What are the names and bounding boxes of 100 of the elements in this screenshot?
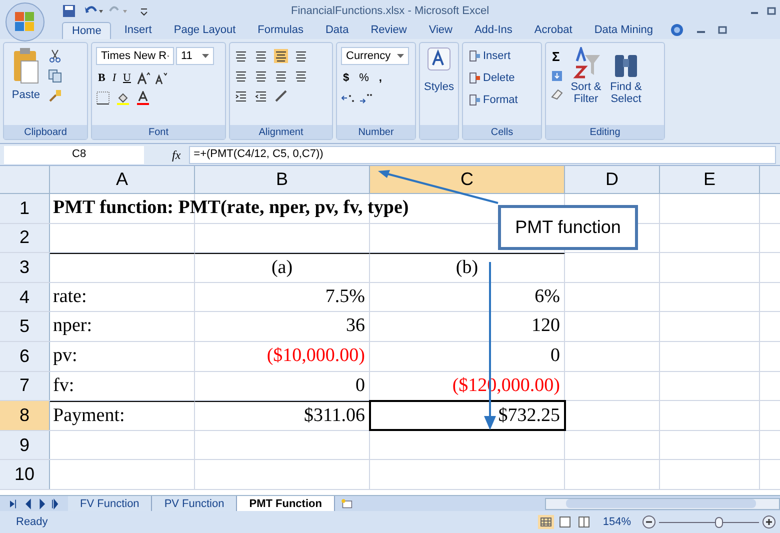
- sort-filter-button[interactable]: Sort & Filter: [568, 47, 604, 105]
- column-header[interactable]: C: [370, 166, 565, 193]
- column-header[interactable]: E: [660, 166, 760, 193]
- group-footer: [420, 125, 458, 139]
- page-break-icon[interactable]: [576, 515, 592, 529]
- sheet-tab[interactable]: PMT Function: [237, 496, 335, 512]
- horizontal-scrollbar[interactable]: [545, 498, 780, 510]
- number-format-dropdown[interactable]: Currency: [341, 47, 409, 65]
- column-header[interactable]: D: [565, 166, 660, 193]
- copy-icon[interactable]: [48, 69, 62, 83]
- percent-button[interactable]: %: [357, 69, 371, 87]
- ribbon-tab[interactable]: Data: [316, 22, 358, 39]
- save-icon[interactable]: [62, 4, 76, 18]
- indent-icon[interactable]: [234, 89, 248, 103]
- sum-button[interactable]: Σ: [550, 47, 564, 65]
- ribbon-tab[interactable]: Formulas: [248, 22, 312, 39]
- fill-icon[interactable]: [550, 69, 564, 83]
- align-icon[interactable]: [234, 49, 248, 63]
- row-header[interactable]: 9: [0, 430, 50, 460]
- sheet-tab[interactable]: FV Function: [68, 496, 152, 512]
- align-icon[interactable]: [234, 69, 248, 83]
- maximize-icon[interactable]: [767, 6, 776, 16]
- ribbon-tab[interactable]: Add-Ins: [465, 22, 522, 39]
- align-icon[interactable]: [294, 49, 308, 63]
- align-icon[interactable]: [254, 69, 268, 83]
- indent-icon[interactable]: [254, 89, 268, 103]
- cells-icon: [469, 50, 481, 62]
- zoom-level[interactable]: 154%: [602, 514, 631, 530]
- row-header[interactable]: 3: [0, 253, 50, 282]
- cells-icon: [469, 72, 481, 84]
- eraser-icon[interactable]: [550, 87, 564, 101]
- shrink-font-icon[interactable]: [152, 71, 167, 85]
- styles-button[interactable]: Styles: [424, 47, 454, 96]
- zoom-out-icon[interactable]: [642, 515, 656, 529]
- ribbon-tab[interactable]: Acrobat: [525, 22, 582, 39]
- ribbon-tab[interactable]: Review: [362, 22, 416, 39]
- insert-function-button[interactable]: fx: [172, 146, 181, 164]
- comma-button[interactable]: ,: [376, 69, 384, 87]
- zoom-slider[interactable]: [659, 516, 759, 528]
- cells-menu-button[interactable]: Insert: [467, 47, 520, 65]
- window-title: FinancialFunctions.xlsx - Microsoft Excel: [290, 4, 490, 19]
- cell-text: nper:: [53, 314, 92, 338]
- page-layout-icon[interactable]: [556, 515, 573, 529]
- cell-text: 36: [346, 314, 365, 338]
- border-icon[interactable]: [96, 91, 110, 105]
- group-label: Clipboard: [24, 126, 67, 140]
- cell-text: pv:: [53, 344, 78, 368]
- brush-icon[interactable]: [48, 89, 62, 103]
- restore-icon[interactable]: [718, 25, 728, 35]
- sheet-nav-icon[interactable]: [8, 498, 18, 510]
- grow-font-icon[interactable]: [136, 71, 150, 85]
- cell-text: 0: [550, 344, 560, 368]
- zoom-slider-thumb[interactable]: [715, 516, 723, 528]
- customize-icon[interactable]: [140, 6, 148, 16]
- find-select-button[interactable]: Find & Select: [608, 47, 644, 105]
- cell-text: rate:: [53, 284, 87, 309]
- ribbon-tab[interactable]: Home: [62, 22, 112, 39]
- sheet-nav-icon[interactable]: [50, 498, 60, 510]
- dropdown-caret-icon[interactable]: [397, 54, 404, 58]
- cells-menu-button[interactable]: Format: [467, 91, 520, 109]
- help-icon[interactable]: [670, 23, 684, 37]
- row-header[interactable]: 8: [0, 401, 50, 430]
- formula-field[interactable]: =+(PMT(C4/12, C5, 0,C7)): [188, 146, 776, 164]
- underline-button[interactable]: U: [121, 69, 133, 87]
- cell-text: Payment:: [53, 404, 125, 428]
- decrease-decimal-icon[interactable]: [359, 91, 373, 105]
- align-icon[interactable]: [254, 49, 268, 63]
- font-color-icon[interactable]: [136, 91, 150, 105]
- font-name-dropdown[interactable]: Times New R: [96, 47, 174, 65]
- row-header[interactable]: 4: [0, 282, 50, 312]
- column-header[interactable]: A: [50, 166, 195, 193]
- align-icon[interactable]: [294, 69, 308, 83]
- ribbon-tab[interactable]: View: [420, 22, 462, 39]
- zoom-in-icon[interactable]: [762, 515, 776, 529]
- row-header[interactable]: 6: [0, 342, 50, 371]
- row-header[interactable]: 10: [0, 460, 50, 489]
- orientation-icon[interactable]: [274, 89, 288, 103]
- bold-button[interactable]: B: [96, 69, 108, 87]
- ribbon-tab[interactable]: Page Layout: [164, 22, 245, 39]
- name-box[interactable]: C8: [4, 146, 144, 164]
- ribbon-tab[interactable]: Insert: [115, 22, 161, 39]
- ribbon-tab[interactable]: Data Mining: [585, 22, 662, 39]
- sheet-tab[interactable]: PV Function: [152, 496, 238, 512]
- font-size-dropdown[interactable]: 11: [176, 47, 214, 65]
- normal-view-icon[interactable]: [538, 515, 554, 529]
- fill-color-icon[interactable]: [116, 91, 130, 105]
- align-icon[interactable]: [274, 49, 288, 63]
- cut-icon[interactable]: [48, 49, 62, 63]
- italic-button[interactable]: I: [110, 69, 118, 87]
- row-header[interactable]: 7: [0, 372, 50, 400]
- cell-text: $311.06: [304, 404, 365, 428]
- align-icon[interactable]: [274, 69, 288, 83]
- cell-text: fv:: [53, 374, 74, 398]
- paste-button[interactable]: Paste: [8, 47, 44, 104]
- row-header[interactable]: 1: [0, 194, 50, 223]
- row-header[interactable]: 5: [0, 312, 50, 341]
- cells-menu-button[interactable]: Delete: [467, 69, 520, 87]
- dropdown-caret-icon[interactable]: [202, 54, 209, 58]
- currency-button[interactable]: $: [341, 69, 352, 87]
- row-header[interactable]: 2: [0, 224, 50, 252]
